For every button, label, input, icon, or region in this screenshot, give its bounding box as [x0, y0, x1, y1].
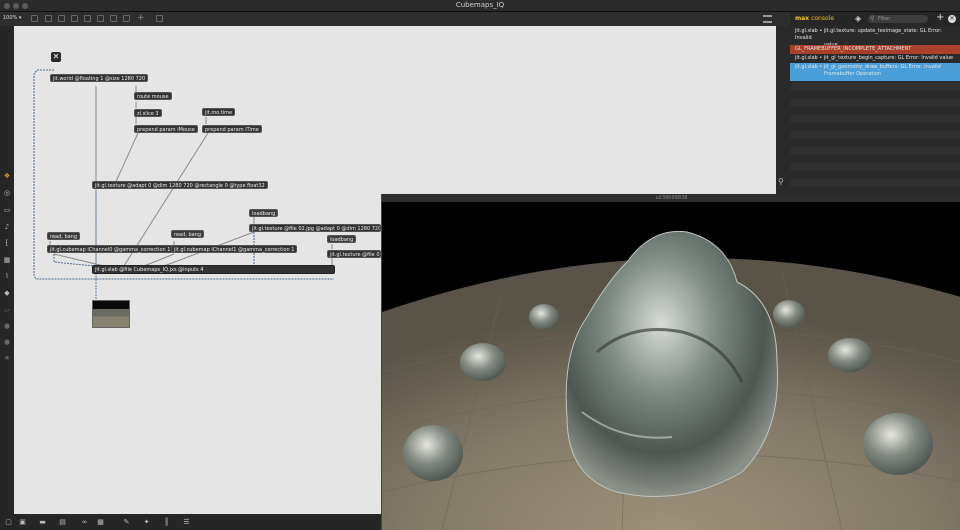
jit-world-render-window[interactable]: u239009838 [381, 194, 960, 530]
circle-icon[interactable]: ◎ [3, 189, 11, 197]
add-icon[interactable]: + [936, 12, 944, 23]
lock-icon[interactable] [31, 15, 38, 22]
console-message[interactable]: jit.gl.slab • jit_gl_texture_begin_captu… [790, 54, 960, 63]
console-empty-row [790, 99, 960, 107]
console-empty-row [790, 163, 960, 171]
left-sidebar: ❖ ◎ ▭ ♪ ⁅ ▦ ⌇ ◆ ▱ ● ● ★ [0, 26, 14, 516]
jit-gl-slab-object[interactable]: jit.gl.slab @file Cubemaps_IQ.jxs @input… [92, 265, 335, 274]
console-title: max console [795, 15, 835, 22]
paperclip-icon[interactable]: ⌇ [3, 272, 11, 280]
console-header: max console ◈ Filter ⚲ + ✕ [790, 12, 960, 26]
console-empty-row [790, 147, 960, 155]
console-message[interactable]: jit.gl.slab • jit.gl.texture: update_tex… [790, 27, 960, 48]
brush-icon[interactable]: ✎ [122, 518, 131, 526]
prepend-imouse-object[interactable]: prepend param iMouse [134, 125, 198, 133]
clear-console-icon[interactable]: ✕ [948, 15, 956, 23]
windows-icon[interactable]: ▤ [58, 518, 67, 526]
info-icon[interactable]: ● [3, 322, 11, 330]
grid-icon[interactable]: ▦ [96, 518, 105, 526]
console-toggle-icon[interactable]: ▬ [38, 518, 47, 526]
jit-gl-texture-main-object[interactable]: jit.gl.texture @adapt 0 @dim 1280 720 @r… [92, 181, 268, 189]
console-filter-input[interactable]: Filter [868, 15, 928, 23]
music-note-icon[interactable]: ♪ [3, 223, 11, 231]
title-bar: Cubemaps_IQ [0, 0, 960, 12]
toggle-button[interactable]: ✕ [51, 52, 61, 62]
debug-icon[interactable] [110, 15, 117, 22]
paint-icon[interactable] [156, 15, 163, 22]
search-icon: ⚲ [870, 15, 875, 22]
loadbang-object[interactable]: loadbang [327, 235, 357, 243]
jit-mo-time-object[interactable]: jit.mo.time [202, 108, 236, 116]
read-bang-message[interactable]: read, bang [171, 230, 205, 238]
jit-pwindow-preview[interactable] [92, 300, 130, 328]
add-icon[interactable]: + [137, 13, 145, 23]
lock-icon[interactable]: ▢ [4, 518, 13, 526]
snap-icon[interactable] [123, 15, 130, 22]
object-palette-icon[interactable]: ❖ [3, 172, 11, 180]
console-empty-row [790, 115, 960, 123]
route-mouse-object[interactable]: route mouse [134, 92, 172, 100]
bars-icon[interactable]: ║ [162, 518, 171, 526]
jit-gl-texture-03-object[interactable]: jit.gl.texture @file 03. [327, 250, 381, 258]
console-empty-row [790, 83, 960, 91]
sliders-icon[interactable]: ☰ [182, 518, 191, 526]
puzzle-icon[interactable]: ◆ [3, 289, 11, 297]
prepend-itime-object[interactable]: prepend param iTime [202, 125, 262, 133]
folder-icon[interactable]: ▱ [3, 306, 11, 314]
read-bang-message[interactable]: read, bang [47, 232, 81, 240]
rendered-scene [382, 202, 960, 530]
list-icon[interactable] [763, 15, 772, 23]
search-icon[interactable]: ⚲ [778, 177, 784, 186]
console-empty-row [790, 131, 960, 139]
presentation-icon[interactable]: ▣ [18, 518, 27, 526]
render-window-title: u239009838 [382, 194, 960, 202]
options-icon[interactable]: ◈ [855, 14, 861, 23]
window-title: Cubemaps_IQ [455, 1, 505, 9]
window-icon[interactable]: ▭ [3, 206, 11, 214]
console-empty-row [790, 179, 960, 187]
grid-icon[interactable] [84, 15, 91, 22]
image-icon[interactable]: ▦ [3, 256, 11, 264]
jit-gl-texture-02-object[interactable]: jit.gl.texture @file 02.jpg @adapt 0 @di… [249, 224, 381, 232]
loadbang-object[interactable]: loadbang [249, 209, 279, 217]
console-error-message[interactable]: GL_FRAMEBUFFER_INCOMPLETE_ATTACHMENT [790, 45, 960, 54]
jit-gl-cubemap-ichannel1-object[interactable]: jit.gl.cubemap iChannel1 @gamma_correcti… [171, 245, 298, 253]
wrench-icon[interactable]: ✦ [142, 518, 151, 526]
zl-slice-object[interactable]: zl.slice 3 [134, 109, 162, 117]
new-object-icon[interactable] [71, 15, 78, 22]
link-icon[interactable]: ∞ [80, 518, 89, 526]
jit-gl-cubemap-ichannel0-object[interactable]: jit.gl.cubemap iChannel0 @gamma_correcti… [47, 245, 174, 253]
star-icon[interactable]: ★ [3, 354, 11, 362]
comment-icon[interactable] [58, 15, 65, 22]
bracket-icon[interactable]: ⁅ [3, 239, 11, 247]
presentation-icon[interactable] [45, 15, 52, 22]
patcher-toolbar: 100% ▾ + [0, 12, 790, 26]
help-icon[interactable]: ● [3, 338, 11, 346]
console-selected-message[interactable]: jit.gl.slab • jit_gl_geometry_draw_buffe… [790, 63, 960, 81]
jit-world-object[interactable]: jit.world @floating 1 @size 1280 720 [50, 74, 149, 82]
align-icon[interactable] [97, 15, 104, 22]
zoom-level[interactable]: 100% ▾ [3, 15, 21, 21]
